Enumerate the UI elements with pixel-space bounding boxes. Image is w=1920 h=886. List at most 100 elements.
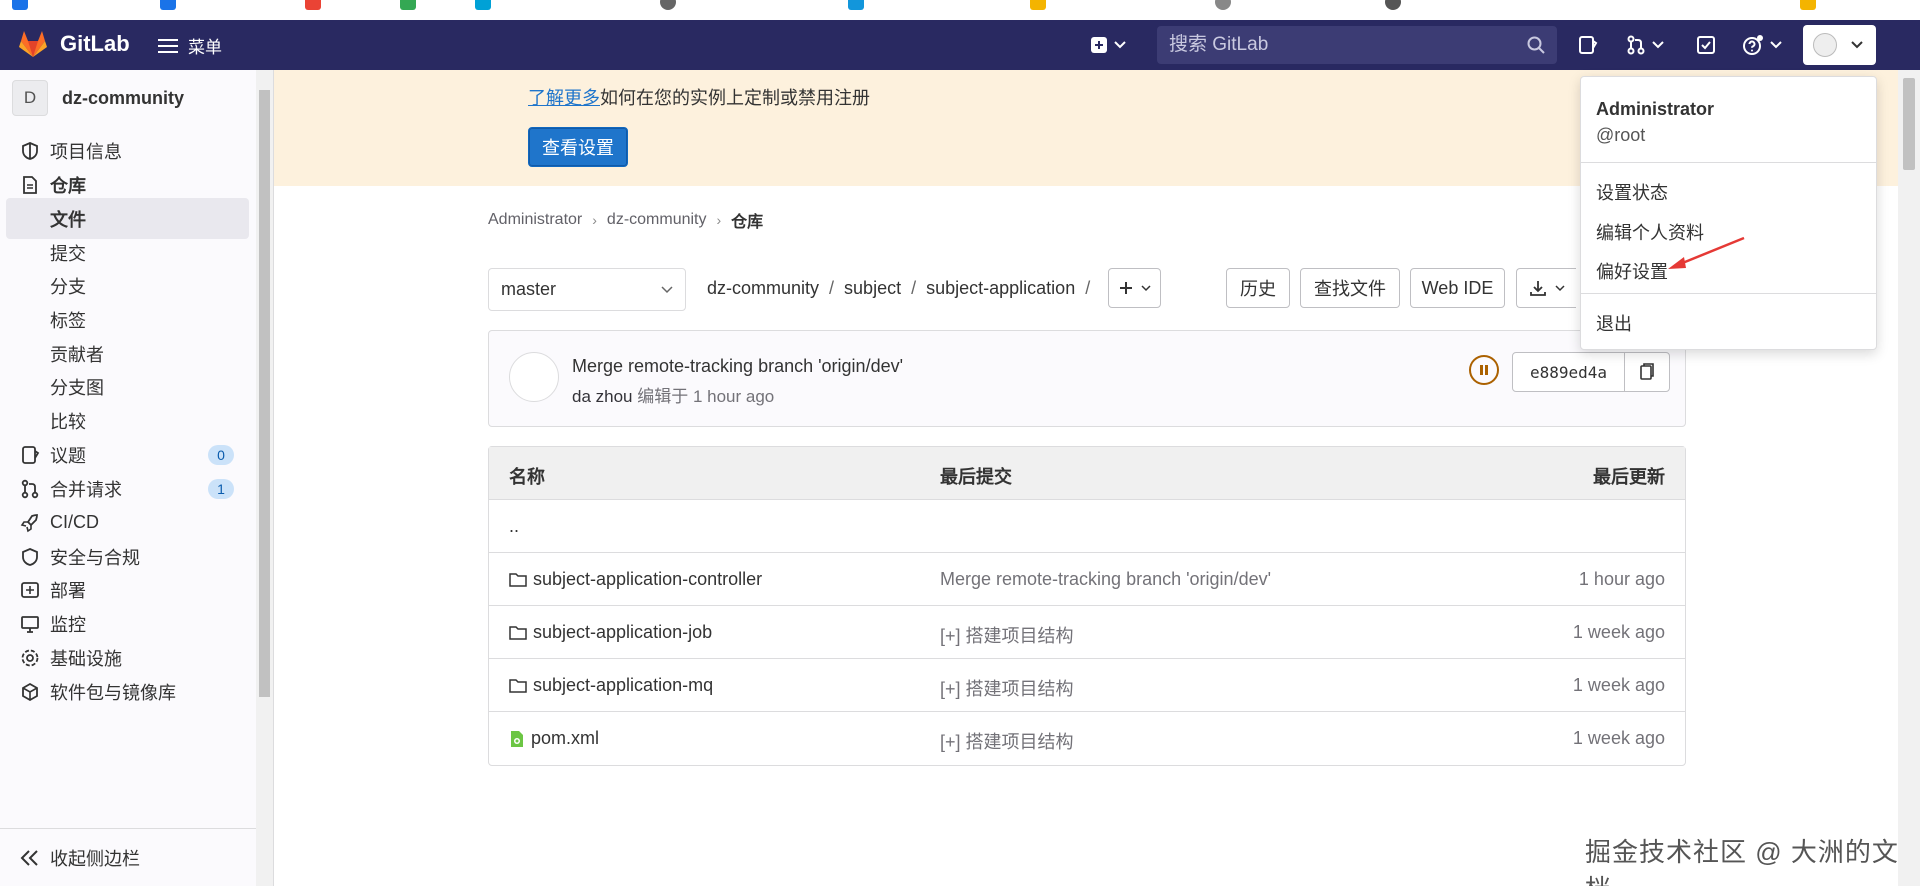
bookmark-item[interactable] bbox=[475, 0, 491, 10]
bookmark-item[interactable] bbox=[305, 0, 321, 10]
xml-file-icon bbox=[511, 730, 523, 747]
breadcrumb-item-owner[interactable]: Administrator bbox=[488, 211, 582, 229]
breadcrumb-item-current[interactable]: 仓库 bbox=[731, 208, 763, 232]
table-row[interactable]: subject-application-job [+] 搭建项目结构 1 wee… bbox=[489, 606, 1685, 659]
sidebar-item-packages[interactable]: 软件包与镜像库 bbox=[0, 671, 256, 712]
sign-out-item[interactable]: 退出 bbox=[1596, 310, 1632, 336]
breadcrumb-item-project[interactable]: dz-community bbox=[607, 211, 707, 229]
shield-icon bbox=[22, 548, 38, 566]
file-name-cell: subject-application-mq bbox=[509, 675, 713, 696]
folder-icon bbox=[509, 679, 527, 693]
path-separator: / bbox=[829, 278, 835, 298]
bookmark-item[interactable] bbox=[1385, 0, 1401, 10]
new-item-dropdown[interactable] bbox=[1090, 32, 1126, 58]
infrastructure-cloud-icon bbox=[21, 649, 39, 667]
parent-directory-link[interactable]: .. bbox=[509, 516, 519, 537]
header-name: 名称 bbox=[509, 467, 545, 487]
file-name[interactable]: pom.xml bbox=[531, 728, 599, 749]
issues-icon bbox=[22, 446, 40, 464]
dropdown-divider bbox=[1581, 293, 1876, 294]
file-name[interactable]: subject-application-mq bbox=[533, 675, 713, 696]
commit-sha[interactable]: e889ed4a bbox=[1513, 353, 1625, 391]
bookmark-item[interactable] bbox=[400, 0, 416, 10]
bookmark-item[interactable] bbox=[1030, 0, 1046, 10]
page-scrollbar[interactable] bbox=[1898, 70, 1920, 886]
sidebar-item-label: 分支 bbox=[50, 276, 86, 297]
sidebar-project-link[interactable]: D dz-community bbox=[12, 80, 184, 116]
find-file-button[interactable]: 查找文件 bbox=[1300, 268, 1400, 308]
file-name-cell: subject-application-controller bbox=[509, 569, 762, 590]
help-nav-button[interactable] bbox=[1742, 32, 1782, 58]
gitlab-home-link[interactable]: GitLab bbox=[18, 30, 130, 58]
commit-author[interactable]: da zhou bbox=[572, 387, 633, 406]
breadcrumb: Administrator › dz-community › 仓库 bbox=[488, 208, 763, 232]
page-scrollbar-thumb[interactable] bbox=[1903, 78, 1915, 170]
commit-author-avatar[interactable] bbox=[509, 352, 559, 402]
set-status-item[interactable]: 设置状态 bbox=[1596, 179, 1668, 205]
chevron-down-icon bbox=[1851, 41, 1863, 49]
table-row[interactable]: subject-application-mq [+] 搭建项目结构 1 week… bbox=[489, 659, 1685, 712]
file-name-cell: subject-application-job bbox=[509, 622, 712, 643]
table-row[interactable]: pom.xml [+] 搭建项目结构 1 week ago bbox=[489, 712, 1685, 765]
search-input[interactable] bbox=[1169, 34, 1527, 56]
commit-sha-group: e889ed4a bbox=[1512, 352, 1670, 392]
user-avatar bbox=[1813, 33, 1837, 57]
gitlab-logo-text: GitLab bbox=[60, 31, 130, 56]
banner-description: 如何在您的实例上定制或禁用注册 bbox=[600, 88, 870, 108]
file-last-commit[interactable]: Merge remote-tracking branch 'origin/dev… bbox=[940, 569, 1271, 590]
copy-sha-button[interactable] bbox=[1625, 353, 1669, 391]
bookmark-item[interactable] bbox=[1800, 0, 1816, 10]
search-field[interactable] bbox=[1157, 26, 1557, 64]
web-ide-button[interactable]: Web IDE bbox=[1410, 268, 1505, 308]
file-name[interactable]: subject-application-controller bbox=[533, 569, 762, 590]
dropdown-user-name[interactable]: Administrator bbox=[1596, 99, 1714, 120]
sidebar-item-label: 文件 bbox=[50, 209, 86, 230]
chevron-down-icon bbox=[661, 285, 673, 293]
plus-icon bbox=[1119, 282, 1132, 294]
collapse-sidebar-button[interactable]: 收起侧边栏 bbox=[0, 828, 256, 886]
search-icon bbox=[1527, 36, 1545, 54]
add-to-tree-dropdown[interactable] bbox=[1108, 268, 1161, 308]
merge-requests-nav-button[interactable] bbox=[1626, 32, 1664, 58]
preferences-item[interactable]: 偏好设置 bbox=[1596, 258, 1668, 284]
dropdown-username[interactable]: @root bbox=[1596, 125, 1645, 146]
table-row[interactable]: subject-application-controller Merge rem… bbox=[489, 553, 1685, 606]
table-row-parent[interactable]: .. bbox=[489, 500, 1685, 553]
commit-title[interactable]: Merge remote-tracking branch 'origin/dev… bbox=[572, 356, 903, 377]
bookmark-item[interactable] bbox=[1215, 0, 1231, 10]
package-icon bbox=[22, 682, 38, 702]
bookmark-item[interactable] bbox=[660, 0, 676, 10]
file-last-commit[interactable]: [+] 搭建项目结构 bbox=[940, 728, 1074, 754]
double-chevron-left-icon bbox=[20, 850, 38, 866]
issues-nav-button[interactable] bbox=[1578, 32, 1598, 58]
file-name[interactable]: subject-application-job bbox=[533, 622, 712, 643]
todos-nav-button[interactable] bbox=[1696, 32, 1716, 58]
branch-selector[interactable]: master bbox=[488, 268, 686, 311]
collapse-sidebar-label: 收起侧边栏 bbox=[50, 848, 140, 869]
plus-square-icon bbox=[1091, 37, 1107, 53]
learn-more-link[interactable]: 了解更多 bbox=[528, 88, 600, 108]
path-segment[interactable]: dz-community bbox=[707, 278, 819, 299]
view-settings-button[interactable]: 查看设置 bbox=[528, 127, 628, 167]
download-dropdown[interactable] bbox=[1516, 268, 1576, 308]
history-button[interactable]: 历史 bbox=[1226, 268, 1290, 308]
sidebar-scrollbar-thumb[interactable] bbox=[259, 90, 270, 697]
path-segment[interactable]: subject-application bbox=[926, 278, 1075, 299]
path-separator: / bbox=[1085, 278, 1091, 298]
sidebar-scrollbar[interactable] bbox=[256, 70, 273, 886]
user-menu-button[interactable] bbox=[1803, 25, 1876, 65]
pipeline-status-paused-icon[interactable] bbox=[1469, 355, 1499, 385]
chevron-down-icon bbox=[1652, 41, 1664, 49]
bookmark-item[interactable] bbox=[160, 0, 176, 10]
sidebar-item-label: 软件包与镜像库 bbox=[50, 682, 176, 703]
chevron-down-icon bbox=[1140, 284, 1151, 291]
bookmark-item[interactable] bbox=[848, 0, 864, 10]
sidebar-item-label: 标签 bbox=[50, 310, 86, 331]
file-last-commit[interactable]: [+] 搭建项目结构 bbox=[940, 622, 1074, 648]
bookmark-item[interactable] bbox=[12, 0, 28, 10]
merge-requests-count-badge: 1 bbox=[208, 479, 234, 499]
main-menu-button[interactable]: 菜单 bbox=[158, 33, 222, 58]
path-segment[interactable]: subject bbox=[844, 278, 901, 299]
header-last-commit: 最后提交 bbox=[940, 467, 1012, 487]
file-last-commit[interactable]: [+] 搭建项目结构 bbox=[940, 675, 1074, 701]
